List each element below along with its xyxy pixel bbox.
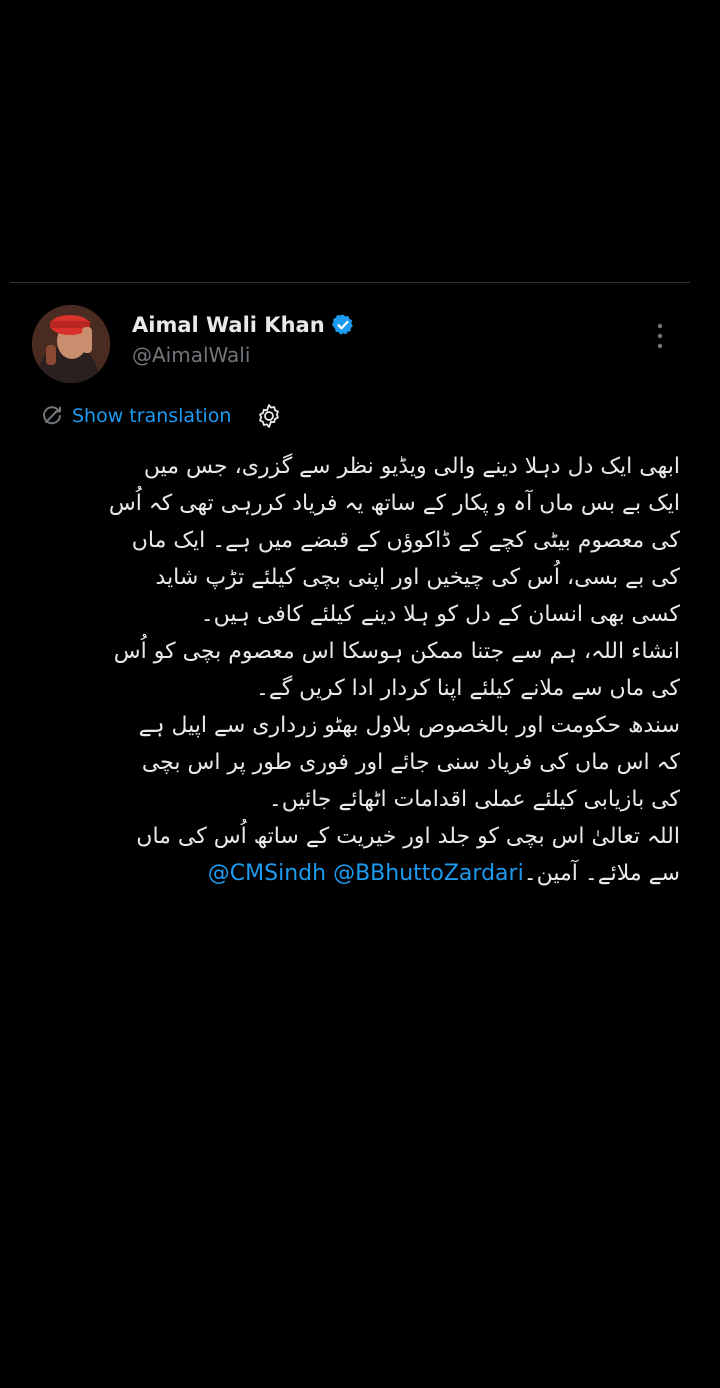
tweet-line: ایک بے بس ماں آہ و پکار کے ساتھ یہ فریاد… <box>108 491 680 516</box>
translate-icon <box>40 404 64 428</box>
tweet-line: انشاء اللہ، ہم سے جتنا ممکن ہوسکا اس معص… <box>113 639 680 664</box>
tweet-line: سندھ حکومت اور بالخصوص بلاول بھٹو زرداری… <box>138 713 680 738</box>
tweet-line: کی معصوم بیٹی کچے کے ڈاکوؤں کے قبضے میں … <box>131 528 680 553</box>
tweet-line: ابھی ایک دل دہلا دینے والی ویڈیو نظر سے … <box>143 454 680 479</box>
tweet-closing-text: سے ملائے۔ آمین۔ <box>523 861 680 886</box>
show-translation-link[interactable]: Show translation <box>72 405 231 427</box>
mention-link-bbhuttozardari[interactable]: @BBhuttoZardari <box>333 861 524 886</box>
tweet-line: کی بازیابی کیلئے عملی اقدامات اٹھائے جائ… <box>268 787 680 812</box>
mention-link-cmsindh[interactable]: @CMSindh <box>208 861 326 886</box>
tweet-line: اللہ تعالیٰ اس بچی کو جلد اور خیریت کے س… <box>136 824 680 849</box>
tweet-line: کی ماں سے ملانے کیلئے اپنا کردار ادا کری… <box>255 676 680 701</box>
tweet-line: کسی بھی انسان کے دل کو ہلا دینے کیلئے کا… <box>200 602 680 627</box>
more-vertical-icon[interactable] <box>645 321 675 351</box>
tweet-last-line: سے ملائے۔ آمین۔@BBhuttoZardari @CMSindh <box>36 855 680 892</box>
author-name-row[interactable]: Aimal Wali Khan <box>132 313 355 337</box>
tweet-body: ابھی ایک دل دہلا دینے والی ویڈیو نظر سے … <box>36 448 680 892</box>
avatar[interactable] <box>32 305 110 383</box>
author-handle[interactable]: @AimalWali <box>132 343 250 367</box>
gear-icon[interactable] <box>255 402 283 430</box>
verified-badge-icon <box>331 313 355 337</box>
tweet-line: کہ اس ماں کی فریاد سنی جائے اور فوری طور… <box>141 750 680 775</box>
tweet-line: کی بے بسی، اُس کی چیخیں اور اپنی بچی کیل… <box>155 565 680 590</box>
author-display-name[interactable]: Aimal Wali Khan <box>132 313 325 337</box>
translation-bar: Show translation <box>40 401 283 431</box>
tweet-card[interactable]: Aimal Wali Khan @AimalWali Show translat… <box>0 283 720 983</box>
